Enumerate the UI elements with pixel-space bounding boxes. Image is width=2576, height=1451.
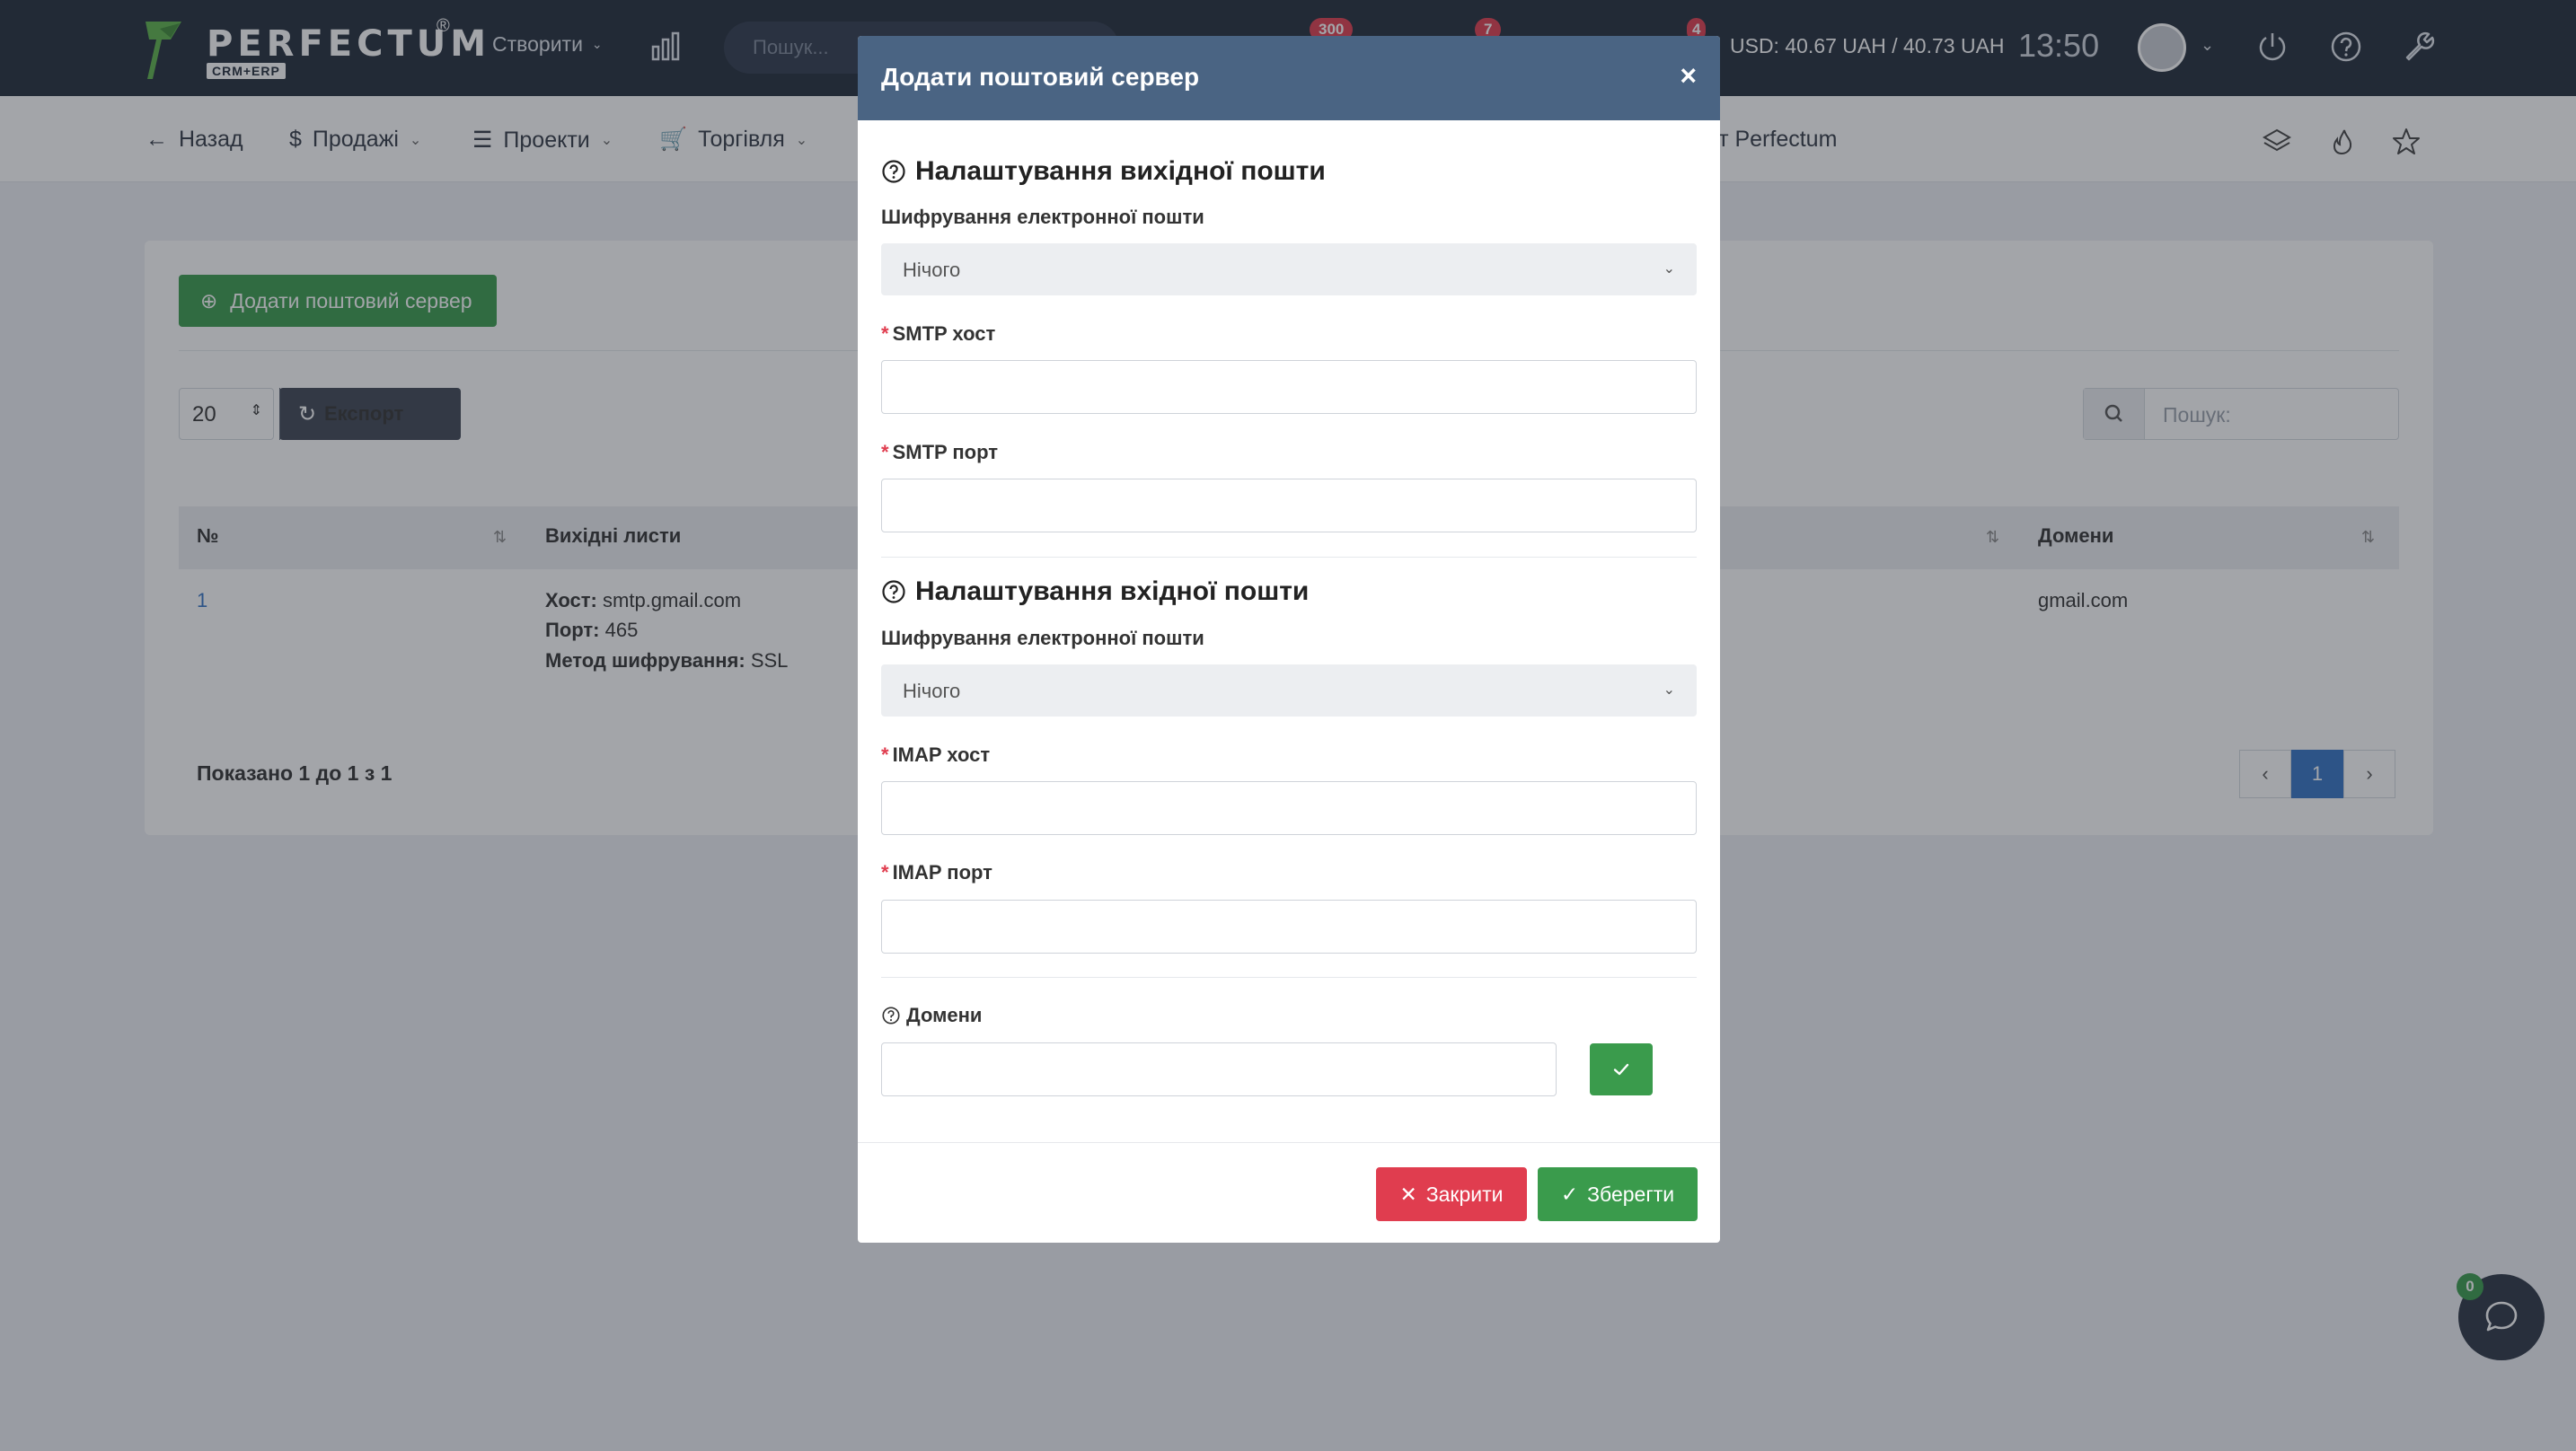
- help-icon[interactable]: [881, 159, 906, 184]
- imap-port-input[interactable]: [881, 900, 1697, 954]
- divider: [858, 1142, 1720, 1143]
- required-mark: *: [881, 861, 889, 884]
- modal-header: Додати поштовий сервер ×: [858, 36, 1720, 120]
- save-button[interactable]: ✓ Зберегти: [1538, 1167, 1698, 1221]
- outgoing-section-title: Налаштування вихідної пошти: [881, 156, 1326, 187]
- close-button[interactable]: ✕ Закрити: [1376, 1167, 1527, 1221]
- save-button-label: Зберегти: [1587, 1182, 1675, 1206]
- add-mail-server-modal: Додати поштовий сервер × Налаштування ви…: [858, 36, 1720, 1243]
- domains-input[interactable]: [881, 1042, 1557, 1096]
- smtp-host-label-text: SMTP хост: [892, 322, 996, 345]
- close-button-label: Закрити: [1425, 1182, 1504, 1206]
- close-icon: ✕: [1399, 1182, 1417, 1206]
- smtp-port-label-text: SMTP порт: [892, 441, 999, 463]
- divider: [881, 557, 1697, 558]
- incoming-encryption-label: Шифрування електронної пошти: [881, 627, 1204, 649]
- check-icon: [1613, 1063, 1629, 1076]
- divider: [881, 977, 1697, 978]
- domains-label-text: Домени: [906, 1004, 983, 1026]
- imap-host-label-text: IMAP хост: [892, 743, 991, 766]
- modal-title: Додати поштовий сервер: [881, 63, 1200, 91]
- chevron-down-icon: ⌄: [1663, 261, 1675, 277]
- help-icon[interactable]: [881, 1006, 901, 1025]
- smtp-host-label: * SMTP хост: [881, 322, 995, 346]
- incoming-section-label: Налаштування вхідної пошти: [915, 576, 1310, 606]
- add-domain-button[interactable]: [1590, 1043, 1653, 1095]
- required-mark: *: [881, 441, 889, 463]
- required-mark: *: [881, 322, 889, 345]
- outgoing-encryption-value: Нічого: [903, 259, 961, 281]
- incoming-encryption-select[interactable]: Нічого ⌄: [881, 664, 1697, 717]
- outgoing-encryption-label: Шифрування електронної пошти: [881, 206, 1204, 228]
- imap-host-input[interactable]: [881, 781, 1697, 835]
- check-icon: ✓: [1560, 1182, 1579, 1206]
- domains-label: Домени: [881, 1004, 982, 1027]
- outgoing-encryption-select[interactable]: Нічого ⌄: [881, 243, 1697, 295]
- outgoing-section-label: Налаштування вихідної пошти: [915, 156, 1326, 186]
- help-icon[interactable]: [881, 579, 906, 604]
- smtp-host-input[interactable]: [881, 360, 1697, 414]
- incoming-encryption-value: Нічого: [903, 680, 961, 702]
- smtp-port-label: * SMTP порт: [881, 441, 998, 464]
- imap-port-label-text: IMAP порт: [892, 861, 992, 884]
- close-icon[interactable]: ×: [1680, 59, 1697, 92]
- incoming-section-title: Налаштування вхідної пошти: [881, 576, 1309, 607]
- required-mark: *: [881, 743, 889, 766]
- smtp-port-input[interactable]: [881, 479, 1697, 532]
- chevron-down-icon: ⌄: [1663, 682, 1675, 698]
- imap-host-label: * IMAP хост: [881, 743, 990, 767]
- imap-port-label: * IMAP порт: [881, 861, 992, 884]
